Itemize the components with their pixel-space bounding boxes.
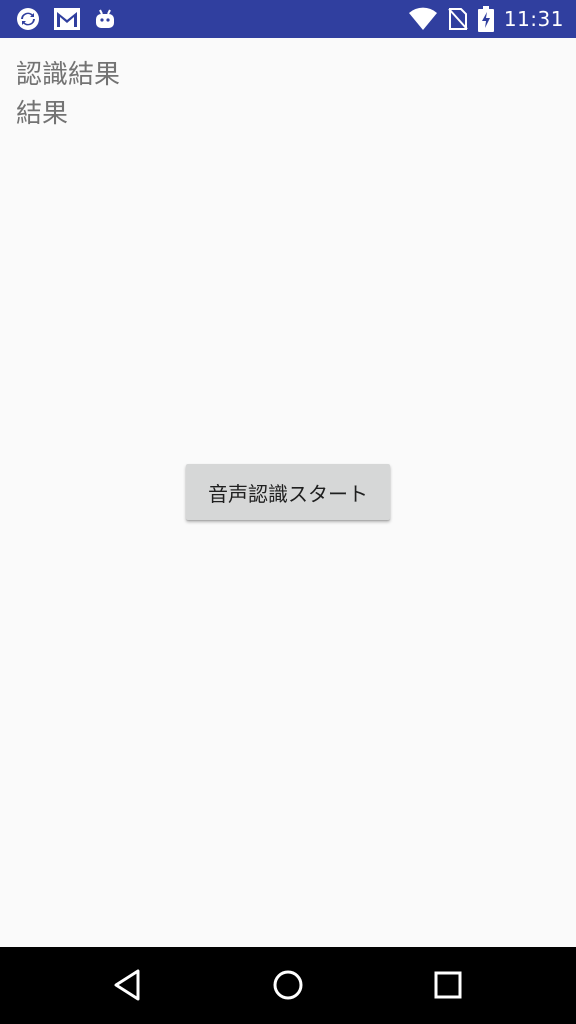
sync-icon [16,7,40,31]
no-sim-icon [448,7,468,31]
system-icons: 11:31 [408,6,564,32]
home-icon[interactable] [268,965,308,1005]
gmail-icon [54,8,80,30]
navigation-bar [0,947,576,1024]
result-label: 認識結果 [16,60,121,90]
recents-icon[interactable] [428,965,468,1005]
battery-charging-icon [477,6,494,32]
status-bar: 11:31 [0,0,576,38]
wifi-icon [408,7,438,31]
back-icon[interactable] [108,965,148,1005]
android-icon [94,8,116,30]
result-value: 結果 [16,99,69,129]
main-content: 認識結果 結果 音声認識スタート [0,38,576,947]
recognition-result-text: 認識結果 結果 [16,56,120,134]
notification-icons [16,6,116,32]
status-time: 11:31 [503,7,564,31]
start-voice-recognition-button[interactable]: 音声認識スタート [186,464,390,520]
